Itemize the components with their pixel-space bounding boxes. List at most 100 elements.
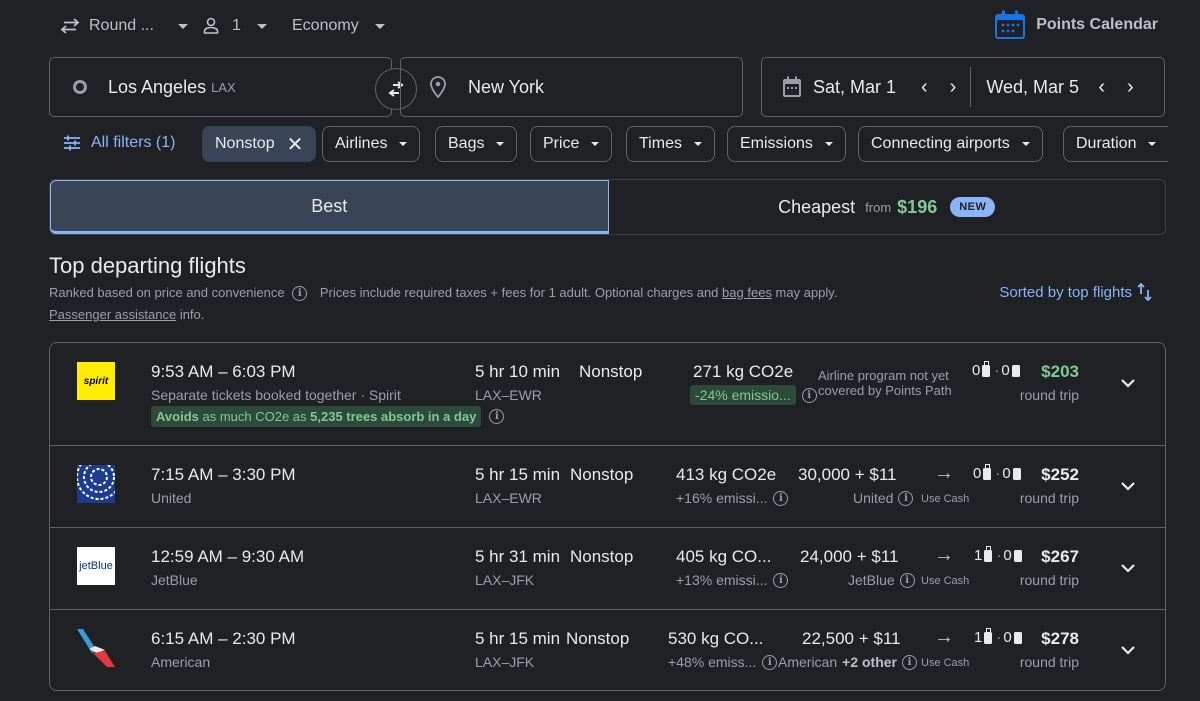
stops: Nonstop (570, 465, 634, 484)
filter-chip-price[interactable]: Price (530, 126, 613, 162)
tab-best[interactable]: Best (50, 180, 609, 234)
arrow-right-icon: → (934, 626, 954, 648)
emissions-text: +16% emissi... (676, 490, 768, 506)
info-icon[interactable]: i (898, 490, 914, 506)
destination-city: New York (468, 76, 545, 97)
route: LAX–JFK (475, 654, 535, 670)
info-icon[interactable]: i (292, 286, 308, 302)
cabin-label: Economy (292, 17, 359, 34)
duration: 5 hr 15 min (475, 629, 561, 648)
close-icon[interactable]: ✕ (287, 132, 304, 157)
flight-row[interactable]: 7:15 AM – 3:30 PM United 5 hr 15 min LAX… (50, 446, 1165, 528)
destination-field[interactable]: New York (400, 57, 743, 117)
co2-emissions: 405 kg CO... (676, 547, 772, 566)
stops: Nonstop (570, 547, 634, 566)
route: LAX–EWR (475, 387, 542, 403)
expand-chevron-icon[interactable] (1118, 476, 1138, 496)
emissions-text: +13% emissi... (676, 572, 768, 588)
points-program: JetBlue i (848, 572, 915, 588)
carry-on-count: 1 (974, 547, 983, 564)
filter-sliders-icon (64, 135, 80, 151)
expand-chevron-icon[interactable] (1118, 558, 1138, 578)
ranking-note: Ranked based on price and convenience i … (49, 285, 837, 302)
filter-chip-duration[interactable]: Duration (1063, 126, 1169, 162)
carry-on-count: 1 (974, 629, 983, 646)
tab-label: Cheapest (778, 196, 856, 217)
round-trip-icon (60, 18, 80, 34)
info-icon[interactable]: i (489, 409, 505, 424)
carry-on-bag-icon (983, 463, 992, 480)
info-icon[interactable]: i (773, 572, 789, 588)
use-cash-label[interactable]: Use Cash (921, 493, 969, 505)
filter-chip-bags[interactable]: Bags (435, 126, 518, 162)
flight-row[interactable]: spirit 9:53 AM – 6:03 PM Separate ticket… (50, 343, 1165, 446)
chip-label: Connecting airports (871, 135, 1010, 152)
emissions-compare: +13% emissi... i (676, 572, 789, 588)
flight-row[interactable]: jetBlue 12:59 AM – 9:30 AM JetBlue 5 hr … (50, 528, 1165, 610)
chip-label: Duration (1076, 135, 1137, 152)
carry-on-count: 0 (973, 465, 982, 482)
passengers-select[interactable]: 1 (203, 14, 267, 38)
assistance-note: Passenger assistance info. (49, 307, 204, 322)
cheapest-price: $196 (897, 196, 938, 217)
date-divider (970, 67, 972, 107)
depart-next-button[interactable]: › (950, 76, 957, 99)
passenger-assistance-link[interactable]: Passenger assistance (49, 307, 176, 322)
depart-date[interactable]: Sat, Mar 1 (813, 77, 913, 98)
info-icon[interactable]: i (902, 654, 917, 670)
calendar-icon (995, 10, 1026, 39)
filter-chip-airlines[interactable]: Airlines (322, 126, 421, 162)
bag-fees-link[interactable]: bag fees (722, 285, 772, 300)
all-filters-label: All filters (1) (91, 134, 176, 151)
airline-name: United (151, 490, 192, 506)
depart-prev-button[interactable]: ‹ (921, 76, 928, 99)
stops: Nonstop (579, 362, 643, 381)
eco-bold: Avoids (156, 409, 199, 424)
info-icon[interactable]: i (801, 387, 817, 403)
from-label: from (865, 199, 892, 215)
chevron-down-icon (1021, 142, 1030, 146)
origin-field[interactable]: Los Angeles LAX (49, 57, 392, 117)
expand-chevron-icon[interactable] (1118, 373, 1138, 393)
route: LAX–EWR (475, 490, 542, 506)
info-icon[interactable]: i (899, 572, 915, 588)
chevron-down-icon (256, 23, 267, 29)
filter-chip-connecting-airports[interactable]: Connecting airports (858, 126, 1043, 162)
filter-chip-nonstop[interactable]: Nonstop ✕ (202, 126, 317, 162)
chip-label: Price (543, 135, 580, 152)
filter-chip-emissions[interactable]: Emissions (727, 126, 846, 162)
flight-row[interactable]: 6:15 AM – 2:30 PM American 5 hr 15 min L… (50, 610, 1165, 690)
chevron-down-icon (591, 142, 600, 146)
sort-label: Sorted by top flights (999, 283, 1132, 301)
price: $252 (1041, 465, 1079, 484)
chip-label: Bags (448, 135, 485, 152)
return-next-button[interactable]: › (1127, 76, 1134, 99)
eco-text: as much CO2e as (198, 409, 311, 424)
return-date[interactable]: Wed, Mar 5 (986, 77, 1086, 98)
co2-emissions: 413 kg CO2e (676, 465, 777, 484)
all-filters-button[interactable]: All filters (1) (63, 134, 175, 152)
points-note-line: Airline program not yet (818, 368, 949, 383)
info-icon[interactable]: i (773, 490, 789, 506)
info-text: info. (179, 307, 205, 322)
sort-button[interactable]: Sorted by top flights (999, 282, 1154, 302)
airline-name: JetBlue (151, 572, 198, 588)
arrow-right-icon: → (934, 462, 954, 484)
points-calendar-button[interactable]: Points Calendar (994, 10, 1158, 40)
return-prev-button[interactable]: ‹ (1098, 76, 1105, 99)
use-cash-label[interactable]: Use Cash (921, 657, 969, 669)
use-cash-label[interactable]: Use Cash (921, 575, 969, 587)
points-cost: 22,500 + $11 (802, 629, 901, 648)
section-title: Top departing flights (49, 253, 246, 278)
program-name: JetBlue (848, 572, 895, 588)
location-pin-icon (430, 76, 446, 98)
info-icon[interactable]: i (762, 654, 778, 670)
cabin-select[interactable]: Economy (292, 14, 385, 38)
route: LAX–JFK (475, 572, 535, 588)
trip-type-select[interactable]: Round ... (60, 14, 188, 38)
filter-chip-times[interactable]: Times (626, 126, 715, 162)
date-range-field: Sat, Mar 1 ‹ › Wed, Mar 5 ‹ › (761, 57, 1165, 117)
tab-cheapest[interactable]: Cheapest from $196 NEW (609, 180, 1166, 234)
expand-chevron-icon[interactable] (1118, 640, 1138, 660)
jetblue-logo: jetBlue (77, 547, 115, 585)
